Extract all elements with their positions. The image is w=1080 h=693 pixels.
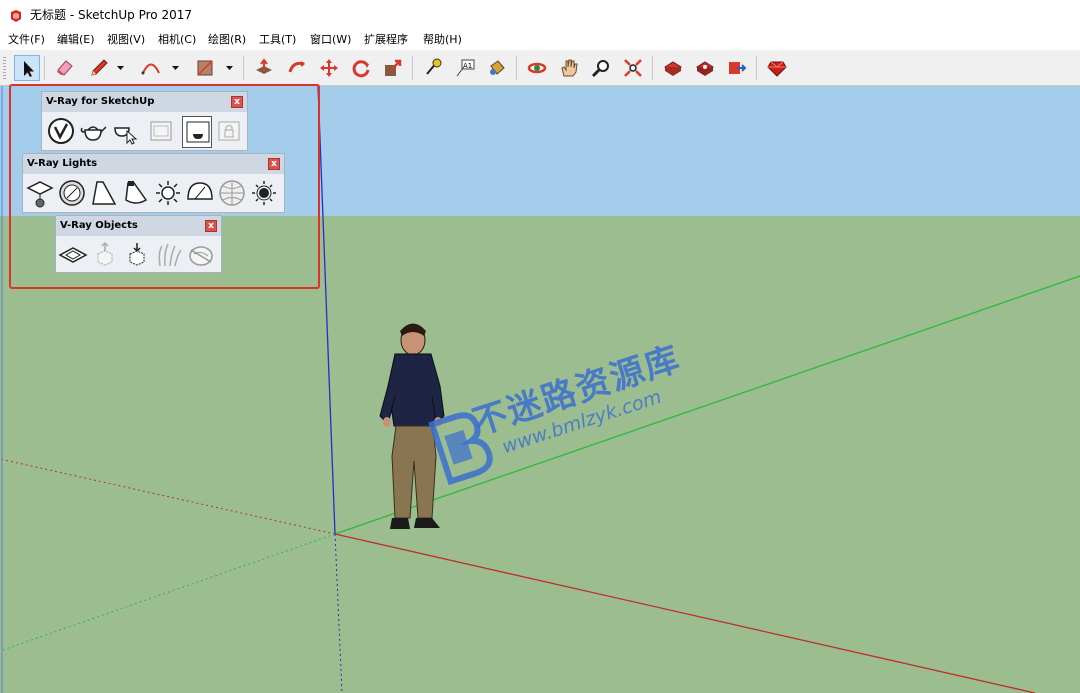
omni-light-icon[interactable] bbox=[153, 178, 183, 210]
main-toolbar: A1 bbox=[0, 50, 1080, 86]
vray-logo-icon[interactable] bbox=[46, 116, 76, 148]
arc-icon[interactable] bbox=[138, 55, 164, 81]
menu-window[interactable]: 窗口(W) bbox=[310, 33, 351, 47]
rectangle-shape-icon[interactable] bbox=[192, 55, 218, 81]
teapot-render-icon[interactable] bbox=[78, 116, 108, 148]
close-icon[interactable]: x bbox=[231, 96, 243, 108]
vray-objects-toolbar: V-Ray Objects x bbox=[55, 215, 222, 273]
sun-light-icon[interactable] bbox=[249, 178, 279, 210]
menu-camera[interactable]: 相机(C) bbox=[158, 33, 196, 47]
render-region-icon[interactable] bbox=[182, 116, 212, 148]
mesh-light-icon[interactable] bbox=[217, 178, 247, 210]
pan-hand-icon[interactable] bbox=[556, 55, 582, 81]
menu-edit[interactable]: 编辑(E) bbox=[57, 33, 95, 47]
infinite-plane-icon[interactable] bbox=[58, 240, 88, 272]
chevron-down-icon[interactable] bbox=[171, 61, 180, 75]
proxy-import-icon[interactable] bbox=[122, 240, 152, 272]
orbit-icon[interactable] bbox=[524, 55, 550, 81]
zoom-extents-icon[interactable] bbox=[620, 55, 646, 81]
sphere-light-icon[interactable] bbox=[57, 178, 87, 210]
toolbar-separator bbox=[516, 56, 517, 80]
menu-bar: 文件(F) 编辑(E) 视图(V) 相机(C) 绘图(R) 工具(T) 窗口(W… bbox=[0, 30, 1080, 50]
scale-icon[interactable] bbox=[380, 55, 406, 81]
mesh-clipper-icon[interactable] bbox=[186, 240, 216, 272]
panel-title: V-Ray Objects bbox=[60, 220, 138, 231]
move-icon[interactable] bbox=[316, 55, 342, 81]
panel-title: V-Ray Lights bbox=[27, 158, 98, 169]
toolbar-separator bbox=[243, 56, 244, 80]
ies-light-icon[interactable] bbox=[121, 178, 151, 210]
share-model-icon[interactable] bbox=[724, 55, 750, 81]
extension-warehouse-icon[interactable] bbox=[692, 55, 718, 81]
menu-help[interactable]: 帮助(H) bbox=[423, 33, 462, 47]
panel-header[interactable]: V-Ray Objects x bbox=[56, 216, 221, 236]
ruby-console-icon[interactable] bbox=[764, 55, 790, 81]
proxy-export-icon[interactable] bbox=[90, 240, 120, 272]
menu-tools[interactable]: 工具(T) bbox=[259, 33, 296, 47]
chevron-down-icon[interactable] bbox=[225, 61, 234, 75]
spot-light-icon[interactable] bbox=[89, 178, 119, 210]
rect-light-icon[interactable] bbox=[25, 178, 55, 210]
toolbar-separator bbox=[44, 56, 45, 80]
menu-extensions[interactable]: 扩展程序 bbox=[364, 33, 408, 47]
tape-measure-icon[interactable] bbox=[420, 55, 446, 81]
eraser-icon[interactable] bbox=[52, 55, 78, 81]
close-icon[interactable]: x bbox=[268, 158, 280, 170]
pencil-line-icon[interactable] bbox=[86, 55, 112, 81]
frame-buffer-icon[interactable] bbox=[146, 116, 176, 148]
lock-icon[interactable] bbox=[214, 116, 244, 148]
dome-light-icon[interactable] bbox=[185, 178, 215, 210]
toolbar-separator bbox=[652, 56, 653, 80]
vray-main-toolbar: V-Ray for SketchUp x bbox=[41, 91, 248, 151]
chevron-down-icon[interactable] bbox=[116, 61, 125, 75]
vray-lights-toolbar: V-Ray Lights x bbox=[22, 153, 285, 213]
sketchup-app-icon bbox=[11, 10, 21, 22]
rotate-icon[interactable] bbox=[348, 55, 374, 81]
menu-file[interactable]: 文件(F) bbox=[8, 33, 45, 47]
panel-header[interactable]: V-Ray Lights x bbox=[23, 154, 284, 174]
push-pull-icon[interactable] bbox=[251, 55, 277, 81]
text-label-icon[interactable]: A1 bbox=[452, 55, 478, 81]
svg-text:A1: A1 bbox=[463, 62, 472, 70]
menu-draw[interactable]: 绘图(R) bbox=[208, 33, 246, 47]
warehouse-icon[interactable] bbox=[660, 55, 686, 81]
menu-view[interactable]: 视图(V) bbox=[107, 33, 145, 47]
paint-bucket-icon[interactable] bbox=[484, 55, 510, 81]
fur-icon[interactable] bbox=[154, 240, 184, 272]
close-icon[interactable]: x bbox=[205, 220, 217, 232]
zoom-icon[interactable] bbox=[588, 55, 614, 81]
select-arrow-icon[interactable] bbox=[14, 55, 40, 81]
interactive-render-icon[interactable] bbox=[110, 116, 140, 148]
toolbar-separator bbox=[756, 56, 757, 80]
toolbar-grip[interactable] bbox=[3, 57, 6, 79]
panel-title: V-Ray for SketchUp bbox=[46, 96, 155, 107]
follow-me-icon[interactable] bbox=[284, 55, 310, 81]
toolbar-separator bbox=[412, 56, 413, 80]
panel-header[interactable]: V-Ray for SketchUp x bbox=[42, 92, 247, 112]
title-bar: 无标题 - SketchUp Pro 2017 bbox=[0, 0, 1080, 30]
window-title: 无标题 - SketchUp Pro 2017 bbox=[30, 8, 192, 22]
